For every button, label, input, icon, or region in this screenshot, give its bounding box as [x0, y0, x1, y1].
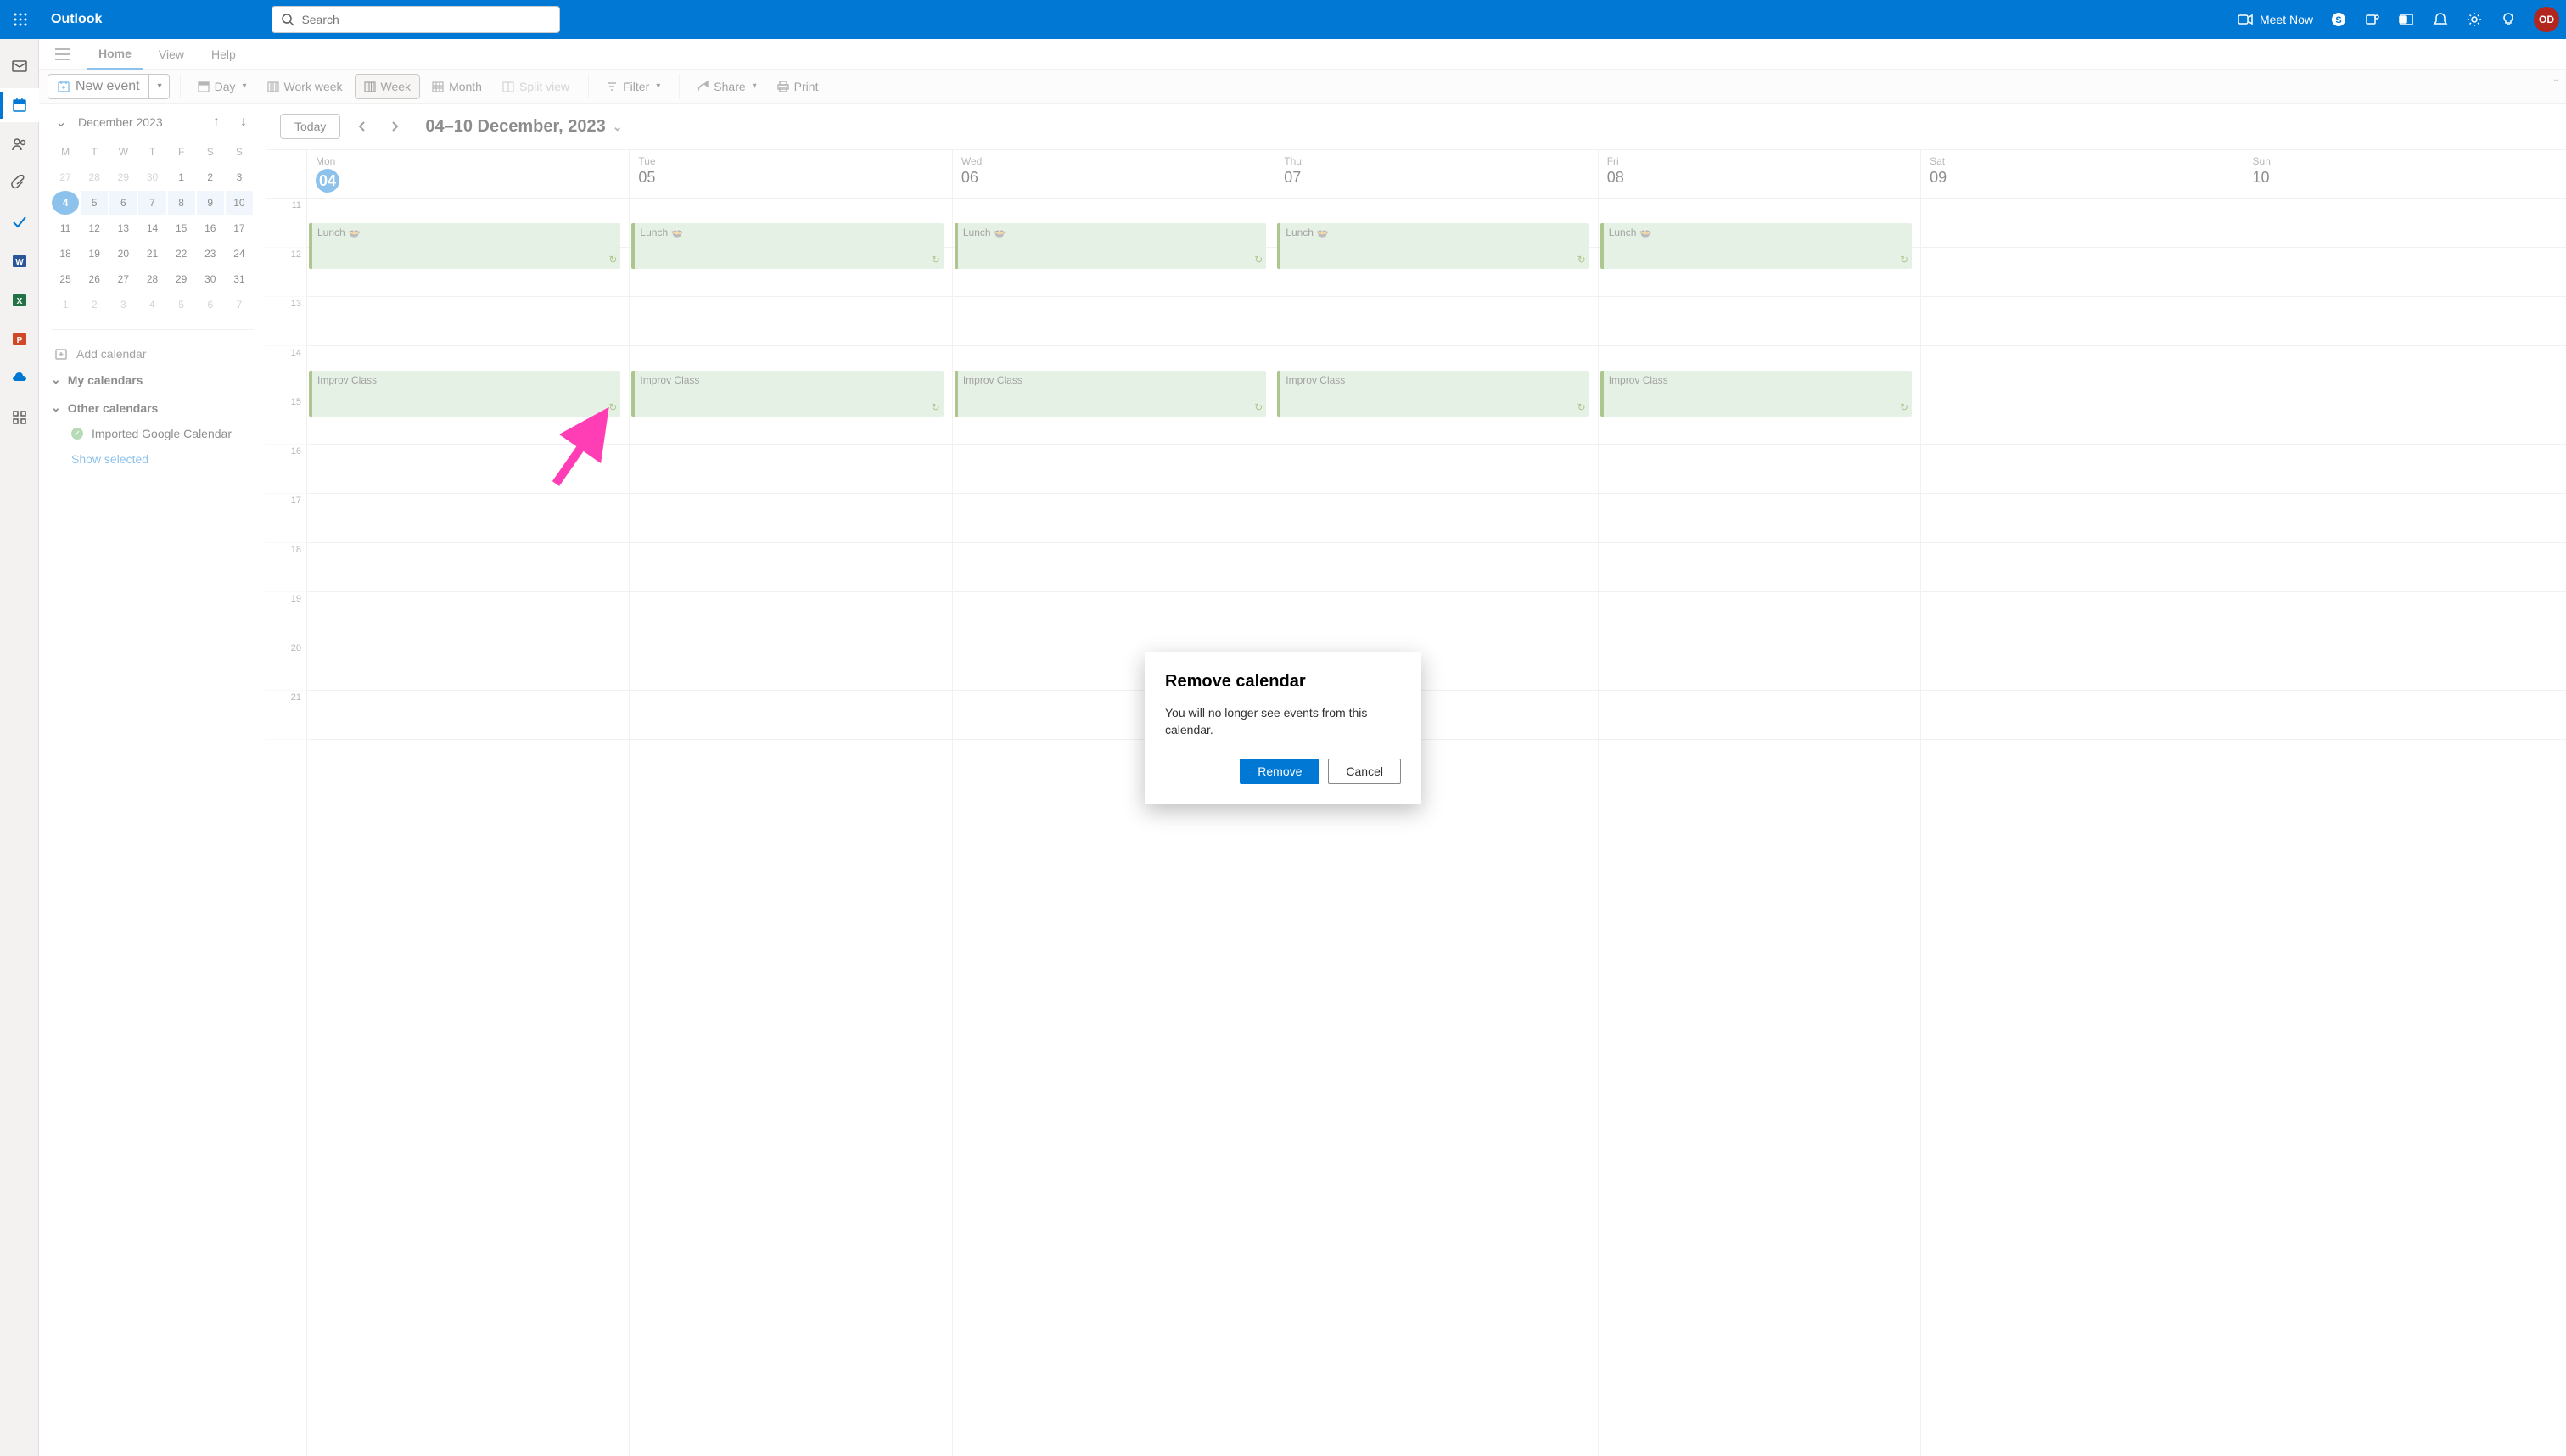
remove-button[interactable]: Remove	[1240, 759, 1319, 784]
dialog-body: You will no longer see events from this …	[1165, 705, 1401, 738]
dialog-title: Remove calendar	[1165, 672, 1401, 692]
cancel-button[interactable]: Cancel	[1328, 759, 1401, 784]
remove-calendar-dialog: Remove calendar You will no longer see e…	[1145, 652, 1421, 804]
